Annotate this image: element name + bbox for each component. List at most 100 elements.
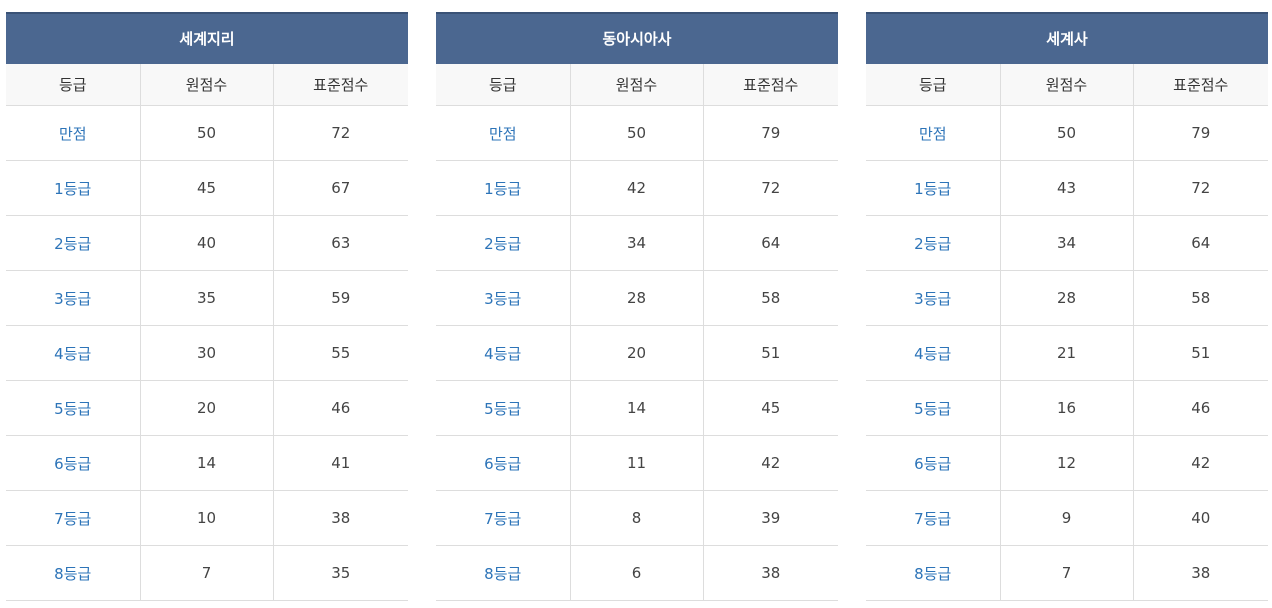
- table-row: 7등급 10 38: [6, 490, 408, 546]
- raw-score-cell: 16: [999, 380, 1133, 436]
- table-row: 5등급 14 45: [436, 380, 838, 436]
- standard-score-cell: 64: [1132, 215, 1268, 271]
- header-row: 등급 원점수 표준점수: [436, 64, 838, 106]
- table-row: 2등급 34 64: [866, 215, 1268, 271]
- grade-cell: 1등급: [436, 160, 570, 216]
- header-row: 등급 원점수 표준점수: [6, 64, 408, 106]
- score-table-panel-world-history: 세계사 등급 원점수 표준점수 만점 50 79 1등급 43 72 2등급 34 64 3…: [866, 12, 1268, 601]
- grade-cell: 1등급: [6, 160, 140, 216]
- grade-cell: 6등급: [866, 435, 1000, 491]
- raw-score-cell: 30: [139, 325, 273, 381]
- grade-cell: 2등급: [866, 215, 1000, 271]
- standard-score-cell: 40: [1132, 490, 1268, 546]
- table-row: 8등급 6 38: [436, 545, 838, 601]
- score-table: 등급 원점수 표준점수 만점 50 79 1등급 43 72 2등급 34 64 3등급 28…: [866, 64, 1268, 601]
- grade-cell: 7등급: [866, 490, 1000, 546]
- table-row: 6등급 11 42: [436, 435, 838, 491]
- table-row: 5등급 16 46: [866, 380, 1268, 436]
- grade-cell: 5등급: [6, 380, 140, 436]
- standard-score-cell: 67: [272, 160, 408, 216]
- standard-score-cell: 38: [272, 490, 408, 546]
- table-row: 3등급 28 58: [436, 270, 838, 326]
- header-standard-score: 표준점수: [702, 64, 838, 106]
- score-table-panel-east-asian-history: 동아시아사 등급 원점수 표준점수 만점 50 79 1등급 42 72 2등급 34 64…: [436, 12, 838, 601]
- grade-cell: 5등급: [866, 380, 1000, 436]
- standard-score-cell: 72: [702, 160, 838, 216]
- standard-score-cell: 35: [272, 545, 408, 601]
- raw-score-cell: 8: [569, 490, 703, 546]
- table-row: 1등급 45 67: [6, 160, 408, 216]
- grade-cell: 6등급: [6, 435, 140, 491]
- standard-score-cell: 46: [272, 380, 408, 436]
- standard-score-cell: 45: [702, 380, 838, 436]
- standard-score-cell: 46: [1132, 380, 1268, 436]
- grade-cell: 2등급: [436, 215, 570, 271]
- standard-score-cell: 38: [1132, 545, 1268, 601]
- raw-score-cell: 28: [569, 270, 703, 326]
- panel-title: 세계지리: [6, 12, 408, 64]
- raw-score-cell: 28: [999, 270, 1133, 326]
- grade-cell: 4등급: [866, 325, 1000, 381]
- table-row: 3등급 28 58: [866, 270, 1268, 326]
- header-grade: 등급: [436, 64, 570, 106]
- table-row: 4등급 21 51: [866, 325, 1268, 381]
- raw-score-cell: 34: [569, 215, 703, 271]
- raw-score-cell: 42: [569, 160, 703, 216]
- raw-score-cell: 20: [139, 380, 273, 436]
- raw-score-cell: 40: [139, 215, 273, 271]
- score-table: 등급 원점수 표준점수 만점 50 79 1등급 42 72 2등급 34 64 3등급 28…: [436, 64, 838, 601]
- raw-score-cell: 14: [569, 380, 703, 436]
- raw-score-cell: 6: [569, 545, 703, 601]
- raw-score-cell: 14: [139, 435, 273, 491]
- table-row: 4등급 20 51: [436, 325, 838, 381]
- panel-title: 세계사: [866, 12, 1268, 64]
- raw-score-cell: 11: [569, 435, 703, 491]
- table-row: 만점 50 79: [436, 105, 838, 161]
- standard-score-cell: 63: [272, 215, 408, 271]
- table-row: 6등급 12 42: [866, 435, 1268, 491]
- table-row: 8등급 7 35: [6, 545, 408, 601]
- grade-cell: 만점: [866, 105, 1000, 161]
- grade-cell: 8등급: [866, 545, 1000, 601]
- standard-score-cell: 72: [1132, 160, 1268, 216]
- grade-cell: 만점: [6, 105, 140, 161]
- raw-score-cell: 45: [139, 160, 273, 216]
- raw-score-cell: 7: [139, 545, 273, 601]
- standard-score-cell: 39: [702, 490, 838, 546]
- score-table: 등급 원점수 표준점수 만점 50 72 1등급 45 67 2등급 40 63 3등급 35…: [6, 64, 408, 601]
- raw-score-cell: 50: [139, 105, 273, 161]
- header-grade: 등급: [6, 64, 140, 106]
- raw-score-cell: 12: [999, 435, 1133, 491]
- grade-cell: 7등급: [6, 490, 140, 546]
- table-row: 2등급 34 64: [436, 215, 838, 271]
- grade-cell: 만점: [436, 105, 570, 161]
- standard-score-cell: 58: [702, 270, 838, 326]
- grade-cell: 4등급: [436, 325, 570, 381]
- header-standard-score: 표준점수: [1132, 64, 1268, 106]
- grade-cell: 3등급: [436, 270, 570, 326]
- standard-score-cell: 51: [1132, 325, 1268, 381]
- standard-score-cell: 64: [702, 215, 838, 271]
- raw-score-cell: 7: [999, 545, 1133, 601]
- standard-score-cell: 55: [272, 325, 408, 381]
- header-raw-score: 원점수: [139, 64, 273, 106]
- header-raw-score: 원점수: [569, 64, 703, 106]
- table-row: 4등급 30 55: [6, 325, 408, 381]
- grade-cell: 4등급: [6, 325, 140, 381]
- table-row: 8등급 7 38: [866, 545, 1268, 601]
- raw-score-cell: 10: [139, 490, 273, 546]
- table-row: 만점 50 72: [6, 105, 408, 161]
- raw-score-cell: 21: [999, 325, 1133, 381]
- standard-score-cell: 42: [1132, 435, 1268, 491]
- standard-score-cell: 79: [1132, 105, 1268, 161]
- standard-score-cell: 79: [702, 105, 838, 161]
- score-table-panel-world-geography: 세계지리 등급 원점수 표준점수 만점 50 72 1등급 45 67 2등급 40 63 …: [6, 12, 408, 601]
- raw-score-cell: 43: [999, 160, 1133, 216]
- grade-cell: 7등급: [436, 490, 570, 546]
- grade-cell: 2등급: [6, 215, 140, 271]
- header-row: 등급 원점수 표준점수: [866, 64, 1268, 106]
- table-row: 7등급 8 39: [436, 490, 838, 546]
- table-row: 3등급 35 59: [6, 270, 408, 326]
- table-row: 1등급 43 72: [866, 160, 1268, 216]
- header-grade: 등급: [866, 64, 1000, 106]
